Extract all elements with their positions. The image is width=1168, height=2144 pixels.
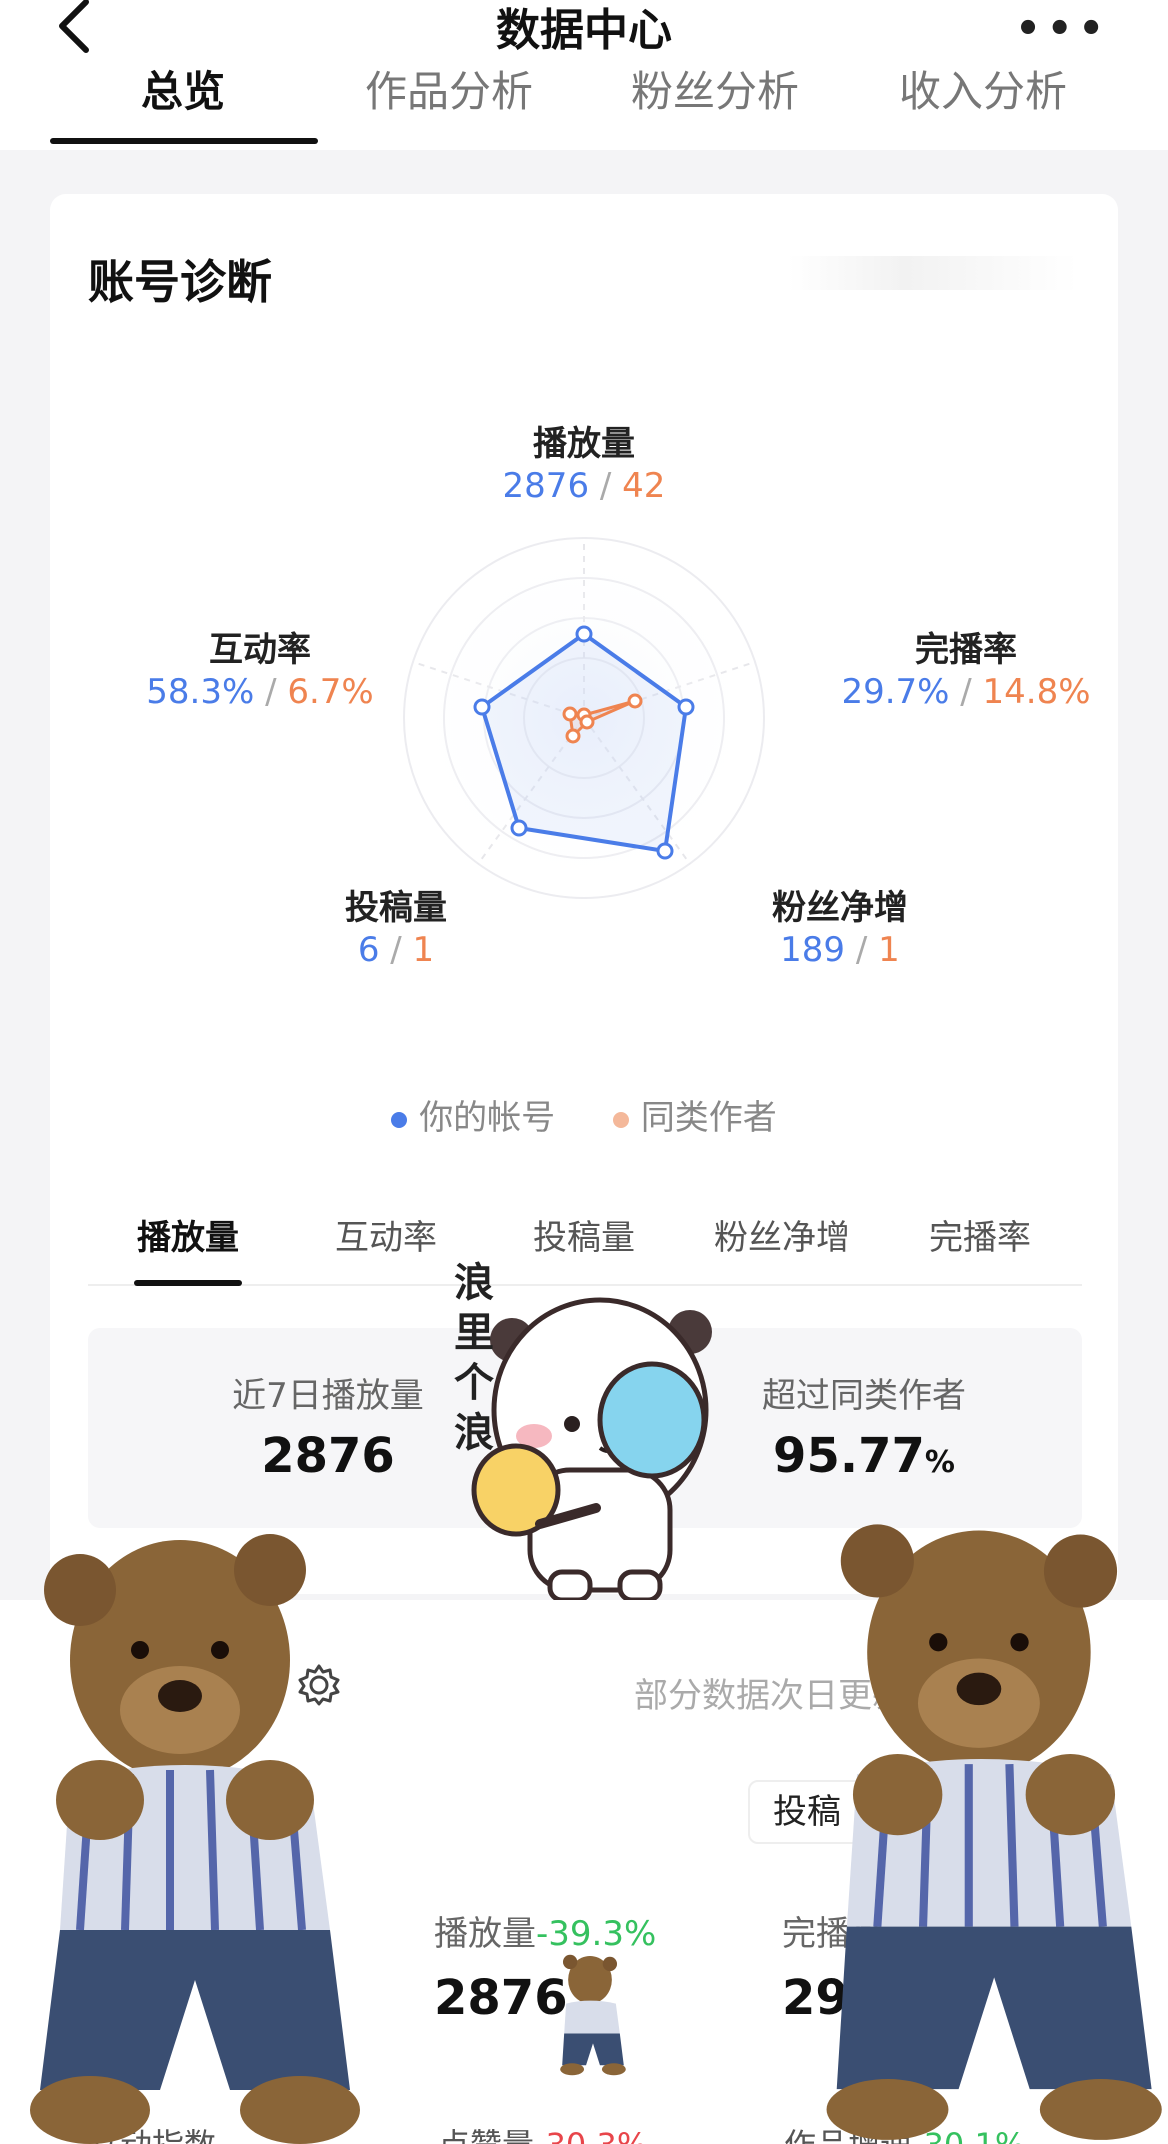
my-point-play <box>575 625 593 643</box>
legend-peer-label: 同类作者 <box>640 1098 777 1138</box>
sticker-char: 个 <box>454 1360 494 1406</box>
radar-value-posts: 6 / 1 <box>357 930 435 970</box>
tab-overview[interactable]: 总览 <box>50 58 316 119</box>
active-subtab-indicator <box>134 1280 242 1286</box>
peer-point-interaction <box>562 706 578 722</box>
more-options-icon[interactable]: ••• <box>1015 6 1110 52</box>
tab-income-analysis[interactable]: 收入分析 <box>850 58 1116 119</box>
likes-label: 点赞量-30.3% <box>438 2120 647 2144</box>
radar-chart: 播放量 2876 / 42 完播率 29.7% / 14.8% 粉丝净增 189… <box>50 194 1118 1094</box>
peer-point-fans <box>579 714 595 730</box>
my-point-posts <box>510 819 528 837</box>
radar-legend: 你的帐号 同类作者 <box>50 1090 1118 1139</box>
peer-point-completion <box>627 693 643 709</box>
subtab-completion[interactable]: 完播率 <box>880 1210 1080 1259</box>
radar-label-completion: 完播率 <box>915 630 1017 670</box>
my-point-completion <box>677 698 695 716</box>
legend-mine-dot <box>391 1111 408 1128</box>
sticker-char: 里 <box>454 1310 494 1356</box>
radar-value-interaction: 58.3% / 6.7% <box>146 672 374 712</box>
exceed-peers-label: 超过同类作者 <box>762 1376 966 1416</box>
seven-day-play-label: 近7日播放量 <box>232 1376 424 1416</box>
teddy-bear-sticker-right <box>826 1524 1162 2140</box>
page-title: 数据中心 <box>496 5 672 56</box>
play-metric-value: 2876 <box>434 1970 568 2026</box>
radar-value-play: 2876 / 42 <box>502 466 666 506</box>
active-tab-indicator <box>50 138 318 144</box>
sticker-char: 浪 <box>454 1410 494 1456</box>
sticker-char: 浪 <box>454 1260 494 1306</box>
radar-label-posts: 投稿量 <box>345 888 447 928</box>
top-bar: 数据中心 ••• 总览 作品分析 粉丝分析 收入分析 <box>0 0 1168 150</box>
play-metric-label: 播放量-39.3% <box>434 1914 657 1954</box>
tab-works-analysis[interactable]: 作品分析 <box>316 58 582 119</box>
legend-peer-dot <box>612 1111 629 1128</box>
sticker-caption: 浪 里 个 浪 <box>454 1258 506 1458</box>
subtab-fans[interactable]: 粉丝净增 <box>682 1210 882 1259</box>
main-tabs: 总览 作品分析 粉丝分析 收入分析 <box>0 52 1168 144</box>
radar-value-fans: 189 / 1 <box>780 930 900 970</box>
subtab-play[interactable]: 播放量 <box>88 1210 288 1259</box>
tab-fans-analysis[interactable]: 粉丝分析 <box>582 58 848 119</box>
seven-day-play-value: 2876 <box>261 1428 395 1484</box>
radar-label-fans: 粉丝净增 <box>772 888 908 928</box>
teddy-bear-sticker-left <box>30 1534 360 2144</box>
exceed-peers-value: 95.77% <box>773 1428 955 1484</box>
radar-value-completion: 29.7% / 14.8% <box>841 672 1091 712</box>
screen: 数据中心 ••• 总览 作品分析 粉丝分析 收入分析 账号诊断 播放量 2876… <box>0 0 1168 2144</box>
my-point-interaction <box>473 698 491 716</box>
peer-point-posts <box>565 728 581 744</box>
my-point-fans <box>656 842 674 860</box>
subtab-posts[interactable]: 投稿量 <box>484 1210 684 1259</box>
radar-label-interaction: 互动率 <box>209 630 311 670</box>
teddy-bear-sticker-small <box>560 1954 626 2076</box>
legend-mine-label: 你的帐号 <box>419 1098 556 1138</box>
subtab-interaction[interactable]: 互动率 <box>286 1210 486 1259</box>
radar-label-play: 播放量 <box>533 424 635 464</box>
